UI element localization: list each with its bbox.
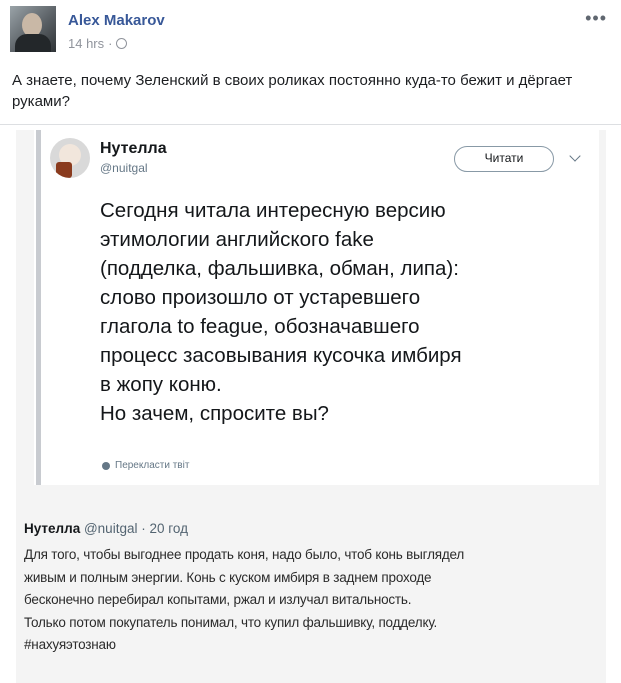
avatar[interactable]: [10, 6, 56, 52]
reply-timestamp: 20 год: [149, 521, 188, 536]
tweet-avatar: [50, 138, 90, 178]
author-name-link[interactable]: Alex Makarov: [68, 12, 165, 29]
post-header: Alex Makarov 14 hrs · •••: [10, 6, 611, 56]
tweet-avatar-jar-shape: [56, 162, 72, 178]
chevron-down-icon: [569, 150, 581, 162]
divider: [0, 124, 621, 125]
avatar-body-shape: [15, 34, 51, 52]
more-options-icon[interactable]: •••: [585, 8, 607, 29]
tweet-author-handle: @nuitgal: [100, 161, 148, 175]
translate-tweet-label: Перекласти твіт: [115, 460, 190, 471]
meta-separator: ·: [108, 36, 113, 51]
quote-bar: [36, 130, 41, 485]
tweet-body: Сегодня читала интересную версию этимоло…: [100, 199, 462, 425]
translate-tweet-link: Перекласти твіт: [102, 460, 189, 471]
reply-author-name: Нутелла: [24, 521, 81, 536]
follow-button: Читати: [454, 146, 554, 172]
reply-header: Нутелла @nuitgal · 20 год: [24, 520, 599, 538]
reply-separator: ·: [141, 521, 146, 536]
reply-tweet: Нутелла @nuitgal · 20 год Для того, чтоб…: [24, 520, 599, 657]
globe-icon: [102, 461, 110, 470]
post-meta: 14 hrs ·: [68, 36, 128, 51]
globe-icon[interactable]: [116, 38, 128, 49]
post-text: А знаете, почему Зеленский в своих ролик…: [12, 72, 573, 110]
post-timestamp[interactable]: 14 hrs: [68, 36, 104, 51]
tweet-card: Нутелла @nuitgal Читати Сегодня читала и…: [34, 130, 599, 485]
reply-author-handle: @nuitgal: [83, 521, 138, 536]
tweet-author-name: Нутелла: [100, 140, 167, 157]
reply-body: Для того, чтобы выгоднее продать коня, н…: [24, 547, 465, 652]
shared-screenshot[interactable]: Нутелла @nuitgal Читати Сегодня читала и…: [16, 130, 606, 683]
